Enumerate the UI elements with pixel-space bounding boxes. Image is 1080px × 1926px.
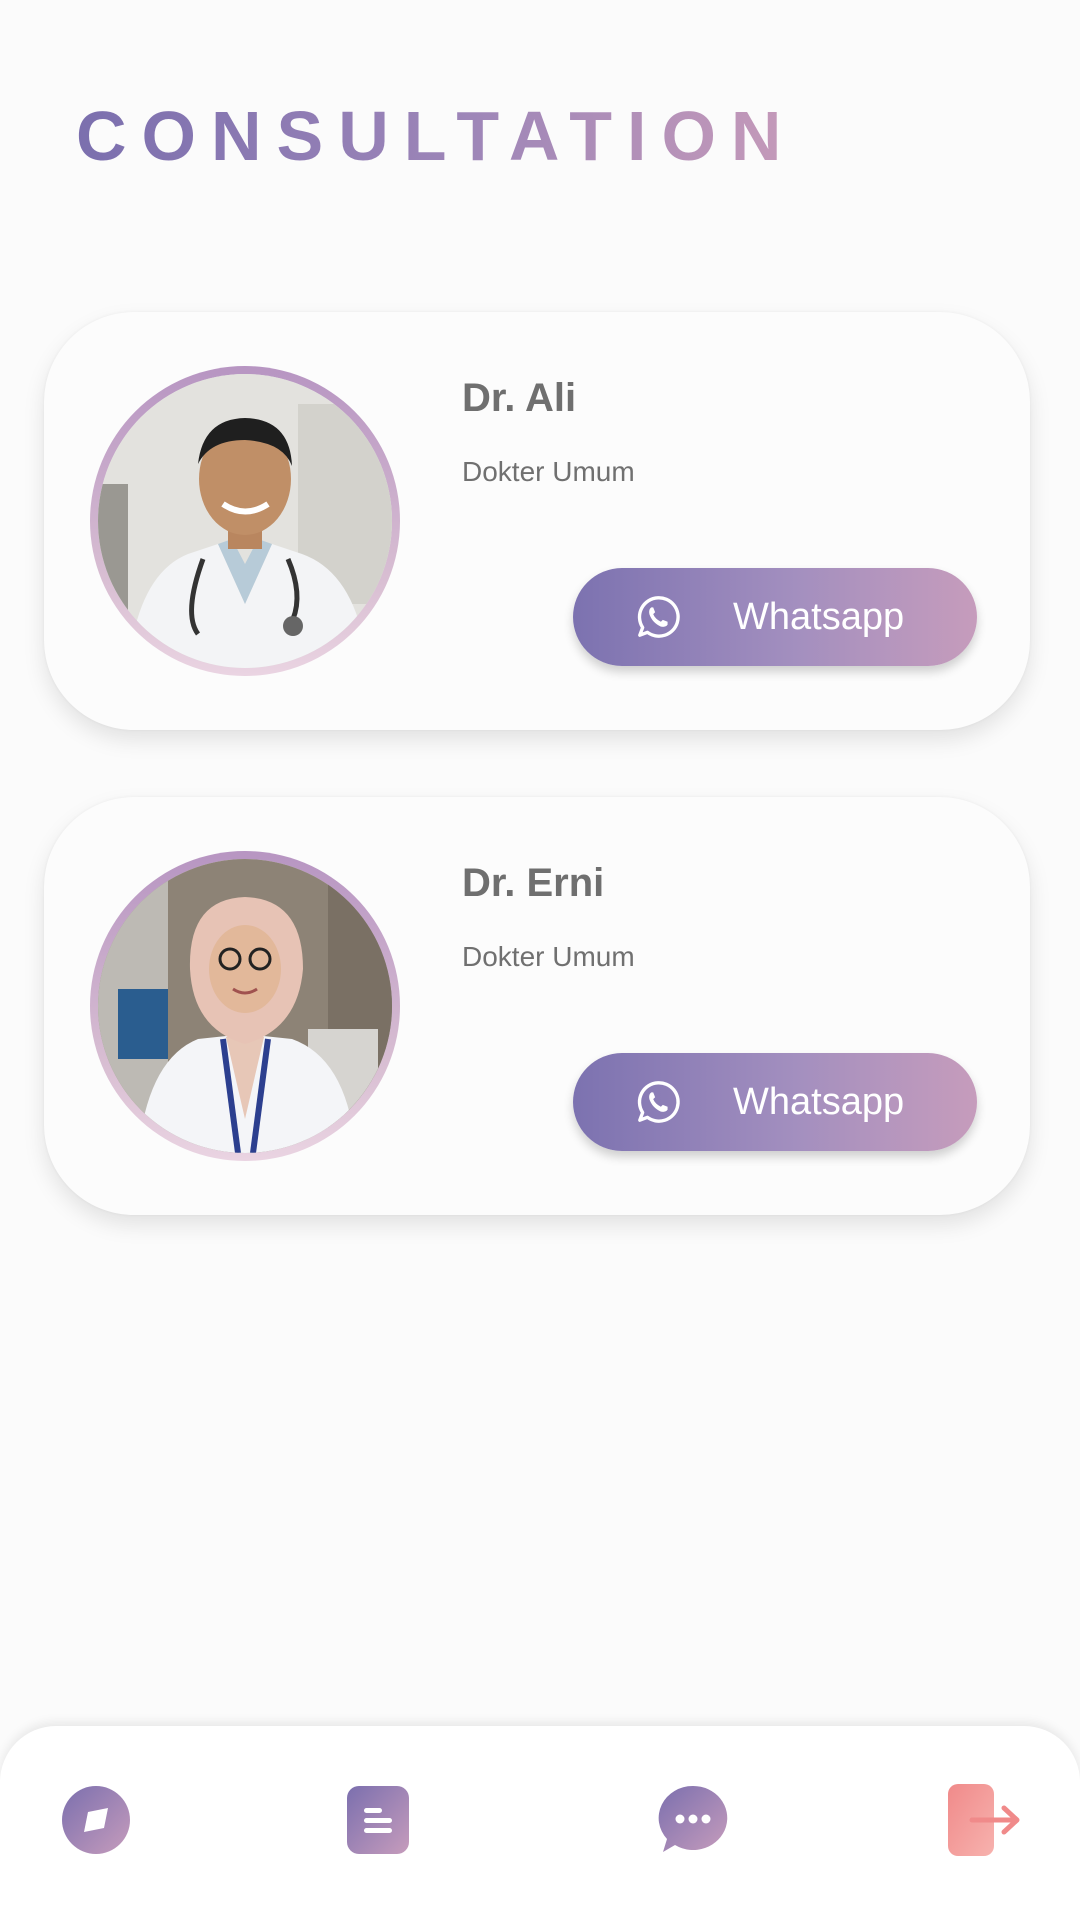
logout-icon[interactable] <box>946 1782 1026 1858</box>
document-icon[interactable] <box>340 1782 416 1858</box>
whatsapp-button[interactable]: Whatsapp <box>573 1053 977 1151</box>
doctor-card: Dr. Erni Dokter Umum Whatsapp <box>44 797 1030 1215</box>
chat-bubble-icon[interactable] <box>655 1782 731 1858</box>
page-title: CONSULTATION <box>76 97 797 175</box>
avatar <box>90 366 400 676</box>
whatsapp-icon <box>637 596 680 638</box>
whatsapp-button-label: Whatsapp <box>733 1081 905 1123</box>
bottom-navigation <box>0 1726 1080 1926</box>
doctor-photo <box>98 859 392 1153</box>
doctor-photo <box>98 374 392 668</box>
compass-icon[interactable] <box>58 1782 134 1858</box>
doctor-specialty: Dokter Umum <box>462 941 635 972</box>
doctor-name: Dr. Ali <box>462 376 577 420</box>
doctor-name: Dr. Erni <box>462 861 605 905</box>
doctor-specialty: Dokter Umum <box>462 456 635 487</box>
avatar <box>90 851 400 1161</box>
doctor-card: Dr. Ali Dokter Umum Whatsapp <box>44 312 1030 730</box>
whatsapp-icon <box>637 1081 680 1123</box>
whatsapp-button[interactable]: Whatsapp <box>573 568 977 666</box>
whatsapp-button-label: Whatsapp <box>733 596 905 638</box>
